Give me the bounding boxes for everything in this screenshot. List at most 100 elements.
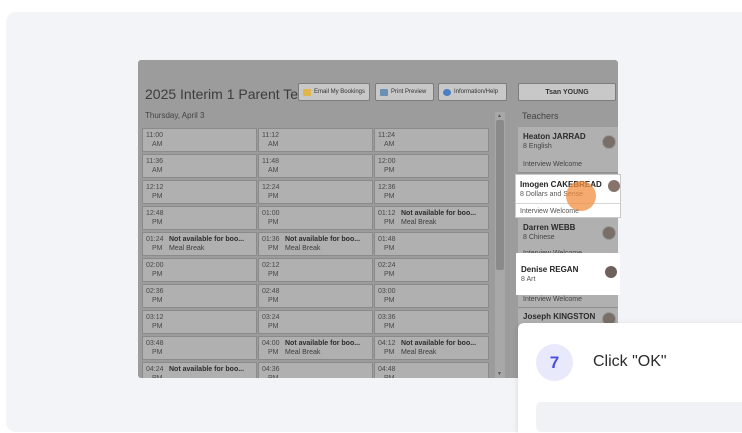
envelope-icon xyxy=(303,88,311,96)
slot-period: PM xyxy=(268,297,279,304)
click-indicator xyxy=(566,181,596,211)
slot-period: PM xyxy=(384,167,395,174)
time-slot[interactable]: 03:48 PM xyxy=(142,336,257,360)
step-preview xyxy=(536,402,742,432)
date-label: Thursday, April 3 xyxy=(145,111,205,120)
time-slot[interactable]: 03:24 PM xyxy=(258,310,373,334)
time-slot[interactable]: 02:48 PM xyxy=(258,284,373,308)
slot-row: 03:12 PM 03:24 PM 03:36 PM xyxy=(142,310,490,334)
slot-time: 01:36 xyxy=(262,236,280,243)
time-slot[interactable]: 03:12 PM xyxy=(142,310,257,334)
time-slot[interactable]: 04:00 PM Not available for boo... Meal Brea… xyxy=(258,336,373,360)
scroll-thumb[interactable] xyxy=(496,120,504,270)
time-slot[interactable]: 02:24 PM xyxy=(374,258,489,282)
slot-status: Not available for boo... xyxy=(401,210,477,217)
slot-row: 02:00 PM 02:12 PM 02:24 PM xyxy=(142,258,490,282)
slot-note: Meal Break xyxy=(169,245,205,252)
slot-time: 12:36 xyxy=(378,184,396,191)
slot-period: PM xyxy=(268,323,279,330)
time-slot[interactable]: 11:00 AM xyxy=(142,128,257,152)
time-slot[interactable]: 11:24 AM xyxy=(374,128,489,152)
print-preview-button[interactable]: Print Preview xyxy=(375,83,434,101)
info-icon xyxy=(443,88,451,96)
slot-row: 02:36 PM 02:48 PM 03:00 PM xyxy=(142,284,490,308)
slot-time: 03:48 xyxy=(146,340,164,347)
slot-period: PM xyxy=(152,193,163,200)
time-slot[interactable]: 11:48 AM xyxy=(258,154,373,178)
slot-time: 02:00 xyxy=(146,262,164,269)
printer-icon xyxy=(380,88,388,96)
slot-time: 01:00 xyxy=(262,210,280,217)
slot-row: 11:36 AM 11:48 AM 12:00 PM xyxy=(142,154,490,178)
teachers-heading: Teachers xyxy=(522,111,559,121)
avatar xyxy=(602,226,616,240)
slot-time: 04:12 xyxy=(378,340,396,347)
time-slot[interactable]: 12:24 PM xyxy=(258,180,373,204)
avatar xyxy=(608,180,620,192)
teacher-card-regan[interactable]: Denise REGAN 8 Art xyxy=(516,253,620,295)
slot-period: PM xyxy=(384,245,395,252)
slot-grid: 11:00 AM 11:12 AM 11:24 AM 11:36 AM 11:48 AM 12:00… xyxy=(142,128,490,378)
time-slot[interactable]: 01:00 PM xyxy=(258,206,373,230)
time-slot[interactable]: 04:48 PM xyxy=(374,362,489,378)
slot-time: 03:12 xyxy=(146,314,164,321)
slot-period: PM xyxy=(152,271,163,278)
slot-period: AM xyxy=(384,141,395,148)
time-slot[interactable]: 02:36 PM xyxy=(142,284,257,308)
time-slot[interactable]: 12:48 PM xyxy=(142,206,257,230)
slot-time: 04:24 xyxy=(146,366,164,373)
slot-row: 12:48 PM 01:00 PM 01:12 PM Not available for b… xyxy=(142,206,490,230)
time-slot[interactable]: 04:12 PM Not available for boo... Meal Brea… xyxy=(374,336,489,360)
time-slot[interactable]: 03:36 PM xyxy=(374,310,489,334)
slot-time: 01:48 xyxy=(378,236,396,243)
time-slot[interactable]: 11:12 AM xyxy=(258,128,373,152)
slot-period: PM xyxy=(384,297,395,304)
step-callout: 7 Click "OK" xyxy=(518,323,742,433)
scroll-down-icon[interactable]: ▼ xyxy=(497,371,502,377)
scroll-up-icon[interactable]: ▲ xyxy=(497,113,502,119)
slot-period: AM xyxy=(152,167,163,174)
slot-scrollbar[interactable]: ▲ ▼ xyxy=(495,112,505,378)
slot-time: 12:12 xyxy=(146,184,164,191)
slot-period: AM xyxy=(268,141,279,148)
slot-note: Meal Break xyxy=(285,245,321,252)
slot-status: Not available for boo... xyxy=(285,340,361,347)
slot-status: Not available for boo... xyxy=(285,236,361,243)
slot-period: PM xyxy=(268,349,279,356)
teacher-card-jarrad[interactable]: Heaton JARRAD 8 English xyxy=(518,127,618,161)
slot-time: 11:00 xyxy=(146,132,163,139)
time-slot[interactable]: 11:36 AM xyxy=(142,154,257,178)
time-slot[interactable]: 12:12 PM xyxy=(142,180,257,204)
slot-time: 03:24 xyxy=(262,314,280,321)
slot-row: 04:24PMNot available for boo...04:36PM04… xyxy=(142,362,490,378)
slot-time: 02:24 xyxy=(378,262,396,269)
slot-period: PM xyxy=(384,349,395,356)
slot-time: 11:12 xyxy=(262,132,279,139)
email-bookings-button[interactable]: Email My Bookings xyxy=(298,83,370,101)
slot-time: 11:24 xyxy=(378,132,395,139)
slot-period: PM xyxy=(384,219,395,226)
slot-period: PM xyxy=(384,375,395,378)
slot-time: 12:24 xyxy=(262,184,280,191)
time-slot[interactable]: 04:36 PM xyxy=(258,362,373,378)
time-slot[interactable]: 01:36 PM Not available for boo... Meal Brea… xyxy=(258,232,373,256)
slot-row: 12:12 PM 12:24 PM 12:36 PM xyxy=(142,180,490,204)
time-slot[interactable]: 02:00 PM xyxy=(142,258,257,282)
time-slot[interactable]: 12:36 PM xyxy=(374,180,489,204)
time-slot[interactable]: 03:00 PM xyxy=(374,284,489,308)
avatar xyxy=(602,135,616,149)
slot-row: 11:00 AM 11:12 AM 11:24 AM xyxy=(142,128,490,152)
slot-period: AM xyxy=(152,141,163,148)
time-slot[interactable]: 02:12 PM xyxy=(258,258,373,282)
information-help-button[interactable]: Information/Help xyxy=(438,83,507,101)
time-slot[interactable]: 01:24 PM Not available for boo... Meal Brea… xyxy=(142,232,257,256)
slot-time: 03:00 xyxy=(378,288,396,295)
time-slot[interactable]: 04:24 PM Not available for boo... xyxy=(142,362,257,378)
user-button[interactable]: Tsan YOUNG xyxy=(518,83,616,101)
time-slot[interactable]: 01:48 PM xyxy=(374,232,489,256)
slot-period: PM xyxy=(152,245,163,252)
time-slot[interactable]: 12:00 PM xyxy=(374,154,489,178)
slot-status: Not available for boo... xyxy=(169,236,245,243)
time-slot[interactable]: 01:12 PM Not available for boo... Meal Brea… xyxy=(374,206,489,230)
slot-time: 02:48 xyxy=(262,288,280,295)
